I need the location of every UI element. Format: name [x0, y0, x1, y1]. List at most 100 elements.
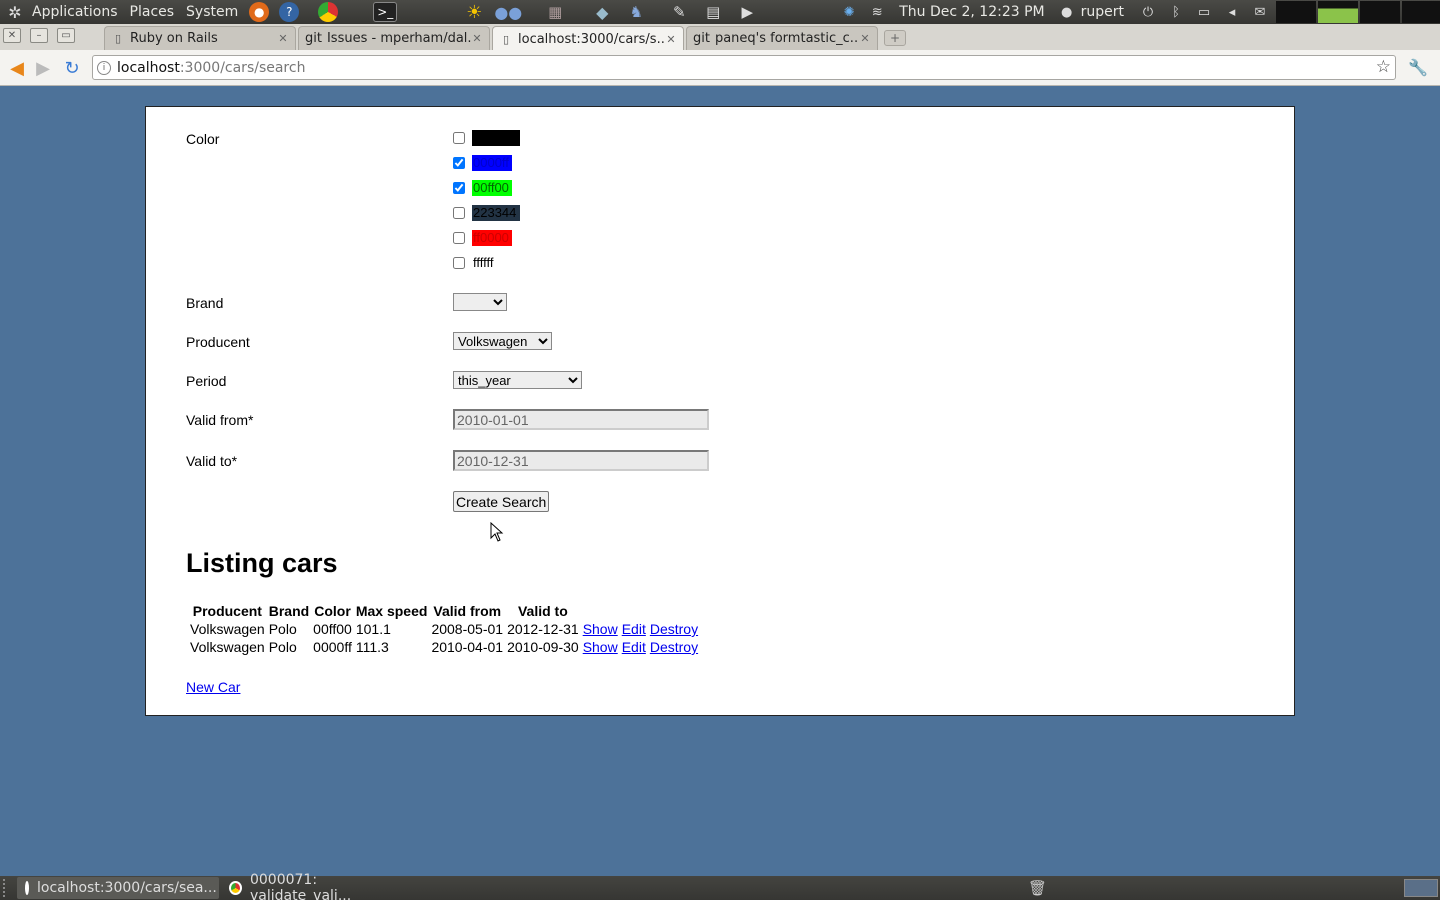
places-menu[interactable]: Places: [124, 4, 181, 20]
destroy-link[interactable]: Destroy: [650, 621, 698, 637]
tab-issues[interactable]: git Issues - mperham/dal... ✕: [298, 26, 490, 50]
weather-icon[interactable]: ✺: [840, 4, 858, 20]
terminal-launcher-icon[interactable]: >_: [373, 2, 398, 22]
period-select[interactable]: this_year: [453, 371, 582, 389]
taskbar-item-validate[interactable]: 0000071: validate_vali...: [221, 872, 413, 900]
power-icon[interactable]: ⏻: [1139, 4, 1157, 20]
cell-valid-from: 2010-04-01: [431, 639, 504, 655]
system-menu[interactable]: System: [180, 4, 244, 20]
trash-icon[interactable]: 🗑: [1028, 879, 1047, 897]
header-valid-to: Valid to: [517, 603, 568, 619]
firefox-launcher-icon[interactable]: ●: [249, 2, 270, 22]
display-icon[interactable]: ▭: [1195, 4, 1213, 20]
bookmark-star-icon[interactable]: ☆: [1376, 57, 1391, 77]
destroy-link[interactable]: Destroy: [650, 639, 698, 655]
clock[interactable]: Thu Dec 2, 12:23 PM: [891, 4, 1052, 20]
color-checkbox-ffffff[interactable]: [453, 257, 465, 269]
tab-close-icon[interactable]: ✕: [471, 32, 483, 45]
valid-to-field[interactable]: [453, 450, 709, 471]
new-tab-icon[interactable]: +: [884, 30, 906, 46]
minimize-window-icon[interactable]: –: [30, 28, 48, 43]
wifi-icon[interactable]: ≋: [868, 4, 886, 20]
tab-close-icon[interactable]: ✕: [665, 33, 677, 46]
valid-from-label: Valid from*: [186, 412, 254, 428]
period-label: Period: [186, 373, 227, 389]
user-name[interactable]: rupert: [1081, 4, 1134, 20]
cell-valid-to: 2012-12-31: [507, 621, 579, 637]
chrome-icon: [229, 881, 242, 895]
color-option-000000: 000000: [453, 129, 520, 147]
cpu-monitor: [1276, 1, 1316, 23]
chrome-launcher-icon[interactable]: [318, 2, 339, 22]
help-launcher-icon[interactable]: ?: [279, 2, 300, 22]
page-content: Color 000000 0000ff 00ff00 223344 ff0000…: [145, 106, 1295, 716]
color-checkbox-223344[interactable]: [453, 207, 465, 219]
back-icon[interactable]: ◀: [6, 57, 28, 79]
color-option-0000ff: 0000ff: [453, 154, 512, 172]
clapper-launcher-icon[interactable]: ▤: [701, 2, 725, 22]
cell-valid-from: 2008-05-01: [431, 621, 504, 637]
cube-launcher-icon[interactable]: ◆: [590, 2, 614, 22]
page-icon: ▯: [114, 32, 122, 45]
cell-valid-to: 2010-09-30: [507, 639, 579, 655]
mail-icon[interactable]: ✉: [1251, 4, 1269, 20]
show-link[interactable]: Show: [583, 621, 618, 637]
postgres-launcher-icon[interactable]: ♞: [624, 2, 648, 22]
cell-producent: Volkswagen: [190, 639, 265, 655]
color-swatch-223344: 223344: [472, 205, 520, 221]
url-host: localhost: [117, 59, 180, 76]
maximize-window-icon[interactable]: ▭: [57, 28, 75, 43]
wrench-icon[interactable]: 🔧: [1408, 58, 1428, 77]
cell-brand: Polo: [268, 639, 297, 655]
tab-ruby-on-rails[interactable]: ▯ Ruby on Rails ✕: [104, 26, 296, 50]
new-car-link[interactable]: New Car: [186, 679, 240, 695]
producent-select[interactable]: Volkswagen: [453, 332, 552, 350]
create-search-button[interactable]: Create Search: [453, 491, 550, 512]
taskbar-item-cars-search[interactable]: localhost:3000/cars/sea...: [17, 877, 219, 899]
address-bar[interactable]: i localhost:3000/cars/search ☆: [92, 55, 1396, 80]
color-option-ff0000: ff0000: [453, 229, 512, 247]
color-option-00ff00: 00ff00: [453, 179, 512, 197]
forward-icon[interactable]: ▶: [32, 57, 54, 79]
tab-formtastic[interactable]: git paneq's formtastic_c... ✕: [686, 26, 878, 50]
load-monitor: [1402, 1, 1440, 23]
tab-cars-search[interactable]: ▯ localhost:3000/cars/s... ✕: [492, 26, 684, 51]
reload-icon[interactable]: ↻: [61, 57, 83, 79]
color-checkbox-000000[interactable]: [453, 132, 465, 144]
gnome-menu-icon[interactable]: ✲: [4, 1, 26, 23]
cell-producent: Volkswagen: [190, 621, 265, 637]
cell-brand: Polo: [268, 621, 297, 637]
volume-icon[interactable]: ◂: [1223, 4, 1241, 20]
header-color: Color: [314, 603, 351, 619]
valid-from-field[interactable]: [453, 409, 709, 430]
close-window-icon[interactable]: ✕: [3, 28, 21, 43]
header-brand: Brand: [268, 603, 310, 619]
color-option-223344: 223344: [453, 204, 520, 222]
workspace-switcher[interactable]: [1404, 879, 1438, 897]
color-checkbox-ff0000[interactable]: [453, 232, 465, 244]
sun-launcher-icon[interactable]: ☀: [462, 2, 486, 23]
tab-close-icon[interactable]: ✕: [277, 32, 289, 45]
color-checkbox-0000ff[interactable]: [453, 157, 465, 169]
edit-link[interactable]: Edit: [622, 639, 646, 655]
brand-select[interactable]: [453, 293, 507, 311]
bluetooth-icon[interactable]: ᛒ: [1167, 4, 1185, 20]
page-icon: ▯: [502, 32, 510, 46]
pidgin-launcher-icon[interactable]: ●●: [494, 2, 522, 22]
edit-link[interactable]: Edit: [622, 621, 646, 637]
applications-menu[interactable]: Applications: [26, 4, 124, 20]
show-link[interactable]: Show: [583, 639, 618, 655]
valid-to-label: Valid to*: [186, 453, 238, 469]
color-checkbox-00ff00[interactable]: [453, 182, 465, 194]
tab-label: Ruby on Rails: [130, 31, 218, 46]
cell-color: 0000ff: [313, 639, 352, 655]
producent-label: Producent: [186, 334, 250, 350]
github-icon: git: [305, 31, 322, 46]
page-info-icon[interactable]: i: [97, 60, 111, 75]
clapboard-launcher-icon[interactable]: ▶: [735, 2, 759, 22]
network-monitor: [1360, 1, 1400, 23]
tab-close-icon[interactable]: ✕: [859, 32, 871, 45]
editor-launcher-icon[interactable]: ✎: [667, 2, 691, 22]
tab-label: paneq's formtastic_c...: [714, 31, 859, 46]
film-launcher-icon[interactable]: ▦: [543, 2, 567, 22]
